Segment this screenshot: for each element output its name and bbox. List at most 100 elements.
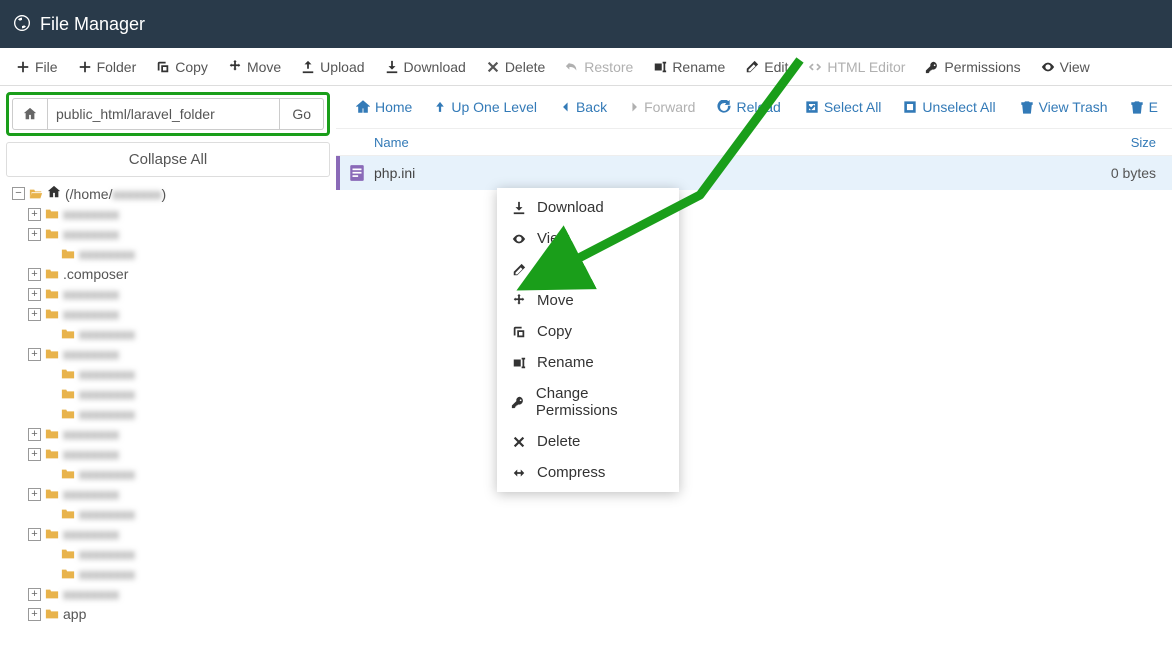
tree-root[interactable]: − (/home/xxxxxxx) — [12, 183, 330, 204]
tree-item[interactable]: + xxxxxxxx — [12, 524, 330, 544]
tree-item[interactable]: xxxxxxxx — [12, 564, 330, 584]
path-home-button[interactable] — [12, 98, 48, 130]
select-all-button[interactable]: Select All — [795, 93, 892, 121]
new-file-button[interactable]: File — [6, 53, 68, 81]
ctx-view[interactable]: View — [497, 223, 679, 254]
tree-item-label: xxxxxxxx — [79, 406, 135, 422]
path-go-button[interactable]: Go — [280, 98, 324, 130]
folder-icon — [45, 527, 59, 541]
tree-item[interactable]: + xxxxxxxx — [12, 224, 330, 244]
collapse-all-button[interactable]: Collapse All — [6, 142, 330, 177]
ctx-download[interactable]: Download — [497, 192, 679, 223]
tree-toggle[interactable]: + — [28, 608, 41, 621]
tree-item[interactable]: xxxxxxxx — [12, 544, 330, 564]
tree-toggle[interactable]: + — [28, 228, 41, 241]
nav-home-button[interactable]: Home — [346, 93, 422, 121]
tree-item[interactable]: +xxxxxxxx — [12, 444, 330, 464]
tree-item[interactable]: xxxxxxxx — [12, 244, 330, 264]
ctx-copy[interactable]: Copy — [497, 316, 679, 347]
tree-item[interactable]: +xxxxxxxx — [12, 344, 330, 364]
move-button[interactable]: Move — [218, 53, 291, 81]
ctx-delete[interactable]: Delete — [497, 426, 679, 457]
tree-item[interactable]: xxxxxxxx — [12, 324, 330, 344]
ctx-compress[interactable]: Compress — [497, 457, 679, 488]
tree-item[interactable]: +xxxxxxxx — [12, 304, 330, 324]
delete-label: Delete — [505, 59, 545, 75]
tree-item[interactable]: xxxxxxxx — [12, 384, 330, 404]
permissions-label: Permissions — [944, 59, 1020, 75]
tree-item[interactable]: xxxxxxxx — [12, 404, 330, 424]
pencil-icon — [511, 263, 527, 277]
tree-item[interactable]: +.composer — [12, 264, 330, 284]
rename-button[interactable]: Rename — [643, 53, 735, 81]
ctx-move[interactable]: Move — [497, 285, 679, 316]
tree-item[interactable]: xxxxxxxx — [12, 364, 330, 384]
download-icon — [511, 201, 527, 215]
folder-icon — [45, 427, 59, 441]
compress-icon — [511, 466, 527, 480]
edit-button[interactable]: Edit — [735, 53, 798, 81]
tree-toggle[interactable]: + — [28, 588, 41, 601]
view-trash-button[interactable]: View Trash — [1010, 93, 1118, 121]
tree-toggle[interactable]: − — [12, 187, 25, 200]
tree-item-label: xxxxxxxx — [63, 426, 119, 442]
col-size-header[interactable]: Size — [1092, 135, 1172, 150]
copy-button[interactable]: Copy — [146, 53, 218, 81]
tree-item-label: xxxxxxxx — [63, 526, 119, 542]
reload-label: Reload — [736, 99, 780, 115]
x-icon — [486, 60, 500, 74]
ctx-permissions[interactable]: Change Permissions — [497, 378, 679, 426]
tree-toggle[interactable]: + — [28, 288, 41, 301]
reload-button[interactable]: Reload — [707, 93, 790, 121]
new-folder-button[interactable]: Folder — [68, 53, 147, 81]
unselect-all-label: Unselect All — [922, 99, 995, 115]
permissions-button[interactable]: Permissions — [915, 53, 1030, 81]
folder-tree: − (/home/xxxxxxx) +xxxxxxxx+xxxxxxxxxxxx… — [0, 183, 336, 659]
tree-item[interactable]: xxxxxxxx — [12, 464, 330, 484]
ctx-edit[interactable]: Edit — [497, 254, 679, 285]
tree-item-label: xxxxxxxx — [63, 226, 119, 242]
up-one-level-button[interactable]: Up One Level — [424, 93, 547, 121]
move-icon — [511, 294, 527, 308]
folder-icon — [45, 227, 59, 241]
main-toolbar: File Folder Copy Move Upload Download De… — [0, 48, 1172, 86]
download-button[interactable]: Download — [375, 53, 476, 81]
ctx-rename[interactable]: Rename — [497, 347, 679, 378]
tree-toggle[interactable]: + — [28, 488, 41, 501]
move-icon — [228, 60, 242, 74]
unselect-all-button[interactable]: Unselect All — [893, 93, 1005, 121]
plus-icon — [16, 60, 30, 74]
tree-toggle[interactable]: + — [28, 308, 41, 321]
path-box: Go — [6, 92, 330, 136]
tree-item[interactable]: +app — [12, 604, 330, 624]
key-icon — [925, 60, 939, 74]
tree-item[interactable]: +xxxxxxxx — [12, 484, 330, 504]
tree-item[interactable]: +xxxxxxxx — [12, 584, 330, 604]
back-button[interactable]: Back — [551, 93, 617, 121]
delete-button[interactable]: Delete — [476, 53, 555, 81]
tree-toggle[interactable]: + — [28, 208, 41, 221]
tree-toggle[interactable]: + — [28, 268, 41, 281]
tree-toggle[interactable]: + — [28, 428, 41, 441]
x-icon — [511, 435, 527, 449]
tree-item[interactable]: +xxxxxxxx — [12, 284, 330, 304]
tree-toggle[interactable]: + — [28, 348, 41, 361]
html-editor-button: HTML Editor — [798, 53, 915, 81]
view-button[interactable]: View — [1031, 53, 1100, 81]
tree-toggle[interactable]: + — [28, 528, 41, 541]
tree-item[interactable]: + xxxxxxxx — [12, 424, 330, 444]
path-input[interactable] — [48, 98, 280, 130]
empty-trash-button[interactable]: E — [1120, 93, 1168, 121]
col-name-header[interactable]: Name — [374, 135, 1092, 150]
upload-button[interactable]: Upload — [291, 53, 374, 81]
folder-icon — [45, 207, 59, 221]
folder-icon — [45, 607, 59, 621]
rename-icon — [511, 356, 527, 370]
folder-icon — [45, 287, 59, 301]
tree-item[interactable]: +xxxxxxxx — [12, 204, 330, 224]
file-list-header: Name Size — [336, 128, 1172, 156]
tree-toggle[interactable]: + — [28, 448, 41, 461]
tree-item[interactable]: xxxxxxxx — [12, 504, 330, 524]
file-row[interactable]: php.ini0 bytes — [336, 156, 1172, 190]
folder-icon — [61, 327, 75, 341]
